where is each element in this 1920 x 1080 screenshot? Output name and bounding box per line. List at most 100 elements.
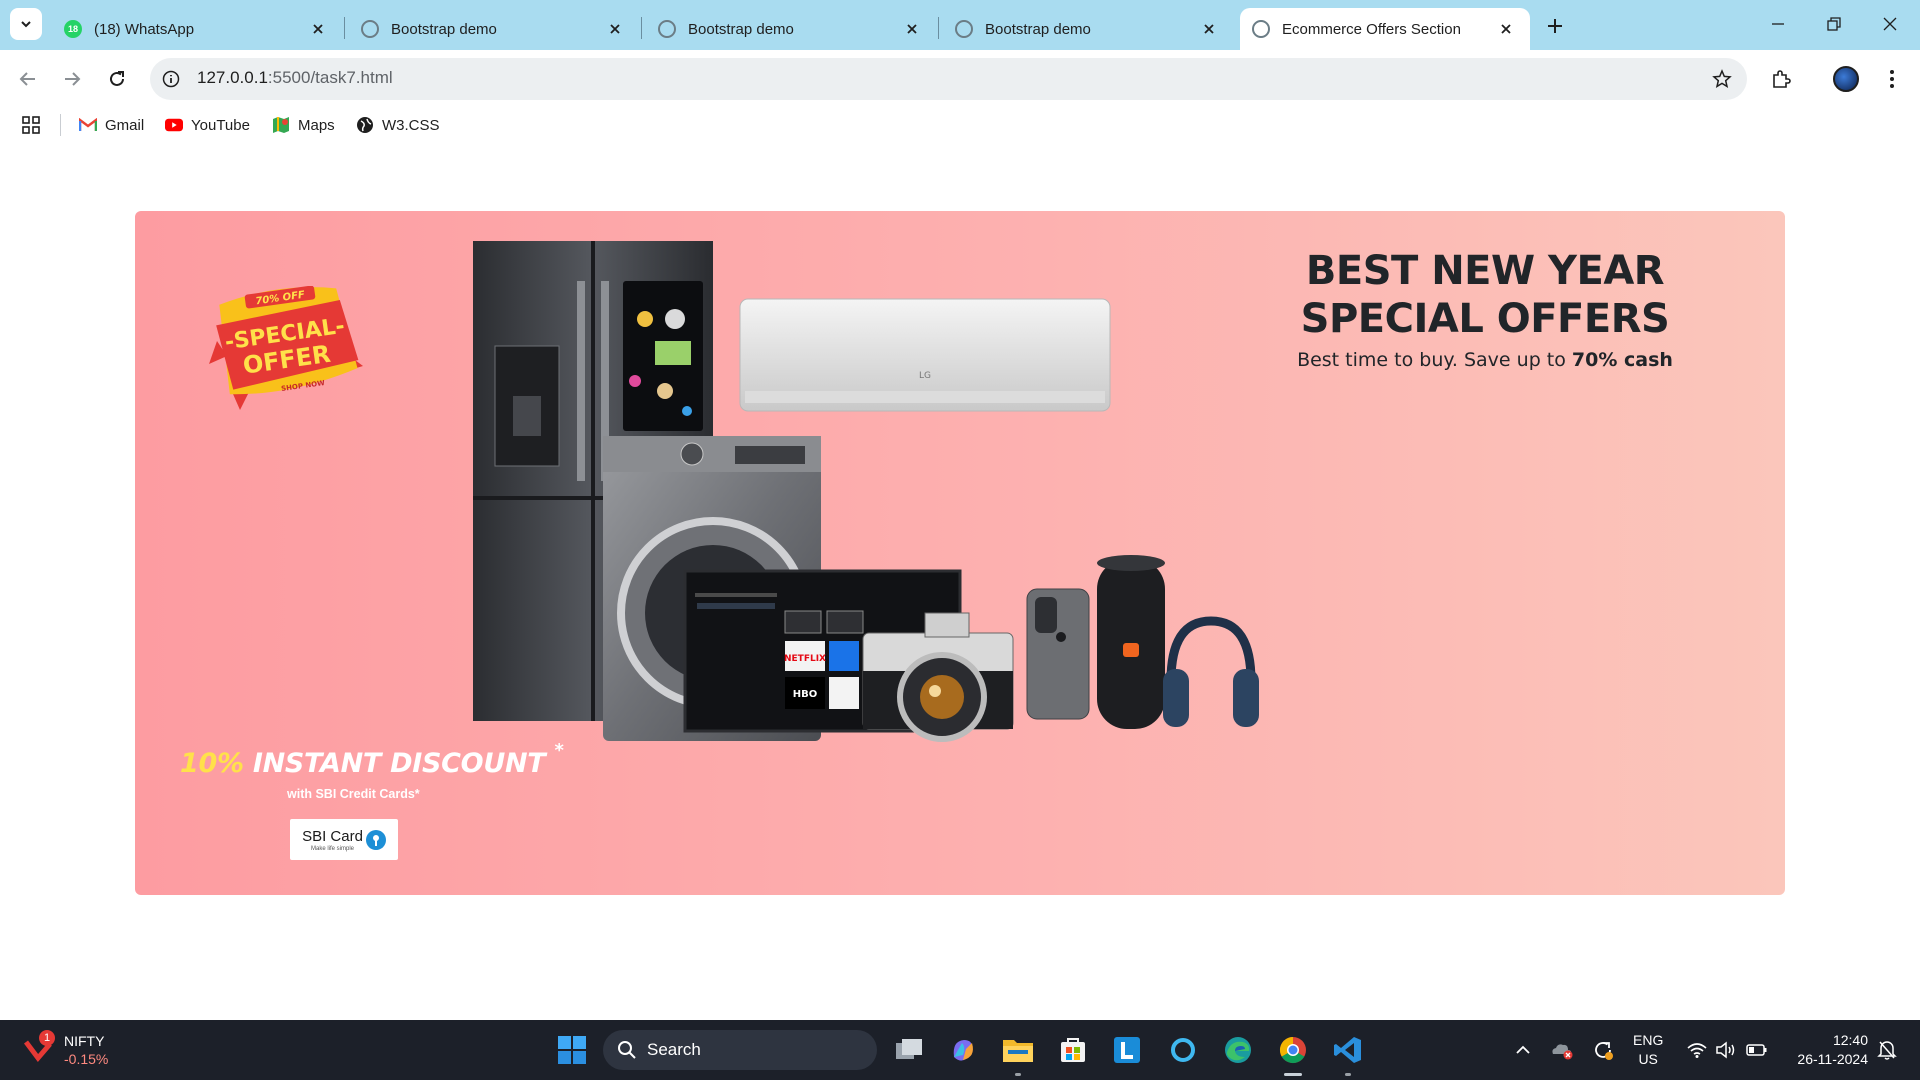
copilot-button[interactable] xyxy=(946,1033,980,1067)
cortana-icon xyxy=(1171,1038,1195,1062)
tab-separator xyxy=(344,17,345,39)
l-app-button[interactable] xyxy=(1110,1033,1144,1067)
sync-status[interactable] xyxy=(1590,1038,1616,1062)
chrome-icon xyxy=(1279,1036,1306,1064)
tab-bootstrap-demo-1[interactable]: Bootstrap demo xyxy=(349,8,639,50)
bookmark-star-icon[interactable] xyxy=(1711,68,1733,90)
search-icon xyxy=(618,1041,636,1059)
new-tab-button[interactable] xyxy=(1541,12,1569,40)
sbi-logo-text: SBI Card xyxy=(302,827,363,845)
bookmark-youtube[interactable]: YouTube xyxy=(165,114,250,136)
task-view-button[interactable] xyxy=(892,1033,926,1067)
language-code: ENG xyxy=(1633,1032,1664,1048)
apps-grid-icon xyxy=(22,116,40,134)
offers-subtitle: Best time to buy. Save up to 70% cash xyxy=(1225,349,1745,371)
menu-button[interactable] xyxy=(1876,63,1908,95)
discount-label: INSTANT DISCOUNT xyxy=(243,748,546,779)
edge-icon xyxy=(1225,1037,1251,1063)
taskbar-search[interactable]: Search xyxy=(603,1030,877,1070)
forward-button[interactable] xyxy=(56,63,88,95)
system-clock[interactable]: 12:40 26-11-2024 xyxy=(1780,1031,1868,1069)
apps-button[interactable] xyxy=(22,114,40,136)
cloud-error-icon xyxy=(1552,1044,1573,1060)
store-icon xyxy=(1061,1038,1085,1062)
bookmark-gmail[interactable]: Gmail xyxy=(79,114,144,136)
offers-heading: BEST NEW YEAR SPECIAL OFFERS xyxy=(1300,248,1670,342)
tab-whatsapp[interactable]: 18 (18) WhatsApp xyxy=(52,8,342,50)
close-tab-icon[interactable] xyxy=(308,19,328,39)
sbi-logo-tagline: Make life simple xyxy=(310,845,354,852)
minimize-button[interactable] xyxy=(1758,8,1798,40)
bookmark-maps[interactable]: Maps xyxy=(272,114,335,136)
chevron-down-icon xyxy=(21,21,31,28)
bookmark-label: W3.CSS xyxy=(382,116,440,134)
globe-icon xyxy=(955,20,973,38)
close-tab-icon[interactable] xyxy=(1199,19,1219,39)
restore-button[interactable] xyxy=(1814,8,1854,40)
whatsapp-icon: 18 xyxy=(64,20,82,38)
wifi-status[interactable] xyxy=(1684,1038,1710,1062)
tab-title: Bootstrap demo xyxy=(688,20,794,38)
close-icon xyxy=(1883,17,1897,31)
show-hidden-icons-button[interactable] xyxy=(1510,1038,1536,1062)
onedrive-status[interactable] xyxy=(1549,1038,1575,1062)
svg-text:HBO: HBO xyxy=(793,689,818,700)
tab-search-button[interactable] xyxy=(10,8,42,40)
air-conditioner: LG xyxy=(739,298,1111,412)
reload-icon xyxy=(110,71,124,86)
volume-status[interactable] xyxy=(1713,1038,1739,1062)
stock-ticker-widget[interactable]: 1 NIFTY -0.15% xyxy=(24,1030,134,1070)
puzzle-icon xyxy=(1773,70,1791,88)
more-vertical-icon xyxy=(1890,70,1894,88)
reload-button[interactable] xyxy=(101,63,133,95)
bluetooth-speaker xyxy=(1097,555,1165,729)
task-view-icon xyxy=(896,1039,922,1059)
url-text[interactable]: 127.0.0.1:5500/task7.html xyxy=(197,68,393,88)
tab-bootstrap-demo-2[interactable]: Bootstrap demo xyxy=(646,8,936,50)
notifications-button[interactable] xyxy=(1874,1038,1900,1062)
vscode-button[interactable] xyxy=(1331,1033,1365,1067)
wifi-icon xyxy=(1687,1043,1707,1058)
tab-title: Bootstrap demo xyxy=(985,20,1091,38)
bookmarks-bar: Gmail YouTube Maps W3.CSS xyxy=(0,108,1920,142)
back-button[interactable] xyxy=(12,63,44,95)
close-tab-icon[interactable] xyxy=(605,19,625,39)
close-tab-icon[interactable] xyxy=(1496,19,1516,39)
site-info-icon[interactable] xyxy=(160,68,182,90)
youtube-icon xyxy=(165,116,183,134)
close-tab-icon[interactable] xyxy=(902,19,922,39)
microsoft-store-button[interactable] xyxy=(1056,1033,1090,1067)
windows-logo-icon xyxy=(558,1036,586,1064)
smartphone xyxy=(1026,588,1090,720)
battery-icon xyxy=(1746,1044,1767,1056)
tab-ecommerce-offers[interactable]: Ecommerce Offers Section xyxy=(1240,8,1530,50)
address-bar[interactable]: 127.0.0.1:5500/task7.html xyxy=(150,58,1747,100)
bookmarks-divider xyxy=(60,114,61,136)
extensions-button[interactable] xyxy=(1765,63,1797,95)
clock-time: 12:40 xyxy=(1832,1032,1868,1048)
close-window-button[interactable] xyxy=(1870,8,1910,40)
l-app-icon xyxy=(1114,1037,1140,1063)
tab-bootstrap-demo-3[interactable]: Bootstrap demo xyxy=(943,8,1233,50)
globe-icon xyxy=(356,116,374,134)
bookmark-label: Gmail xyxy=(105,116,145,134)
instant-discount-text: 10% INSTANT DISCOUNT * xyxy=(180,740,564,779)
svg-text:NETFLIX: NETFLIX xyxy=(784,654,826,664)
edge-button[interactable] xyxy=(1221,1033,1255,1067)
battery-status[interactable] xyxy=(1744,1038,1770,1062)
url-path: :5500/task7.html xyxy=(267,68,393,87)
sync-icon xyxy=(1595,1042,1613,1060)
chrome-button[interactable] xyxy=(1276,1033,1310,1067)
bookmark-w3css[interactable]: W3.CSS xyxy=(356,114,440,136)
start-button[interactable] xyxy=(555,1033,589,1067)
tab-strip: 18 (18) WhatsApp Bootstrap demo Bootstra… xyxy=(0,0,1920,50)
profile-button[interactable] xyxy=(1830,63,1862,95)
active-indicator xyxy=(1284,1073,1302,1076)
notification-badge: 1 xyxy=(39,1030,55,1046)
arrow-right-icon xyxy=(65,72,81,86)
cortana-button[interactable] xyxy=(1166,1033,1200,1067)
language-indicator[interactable]: ENG US xyxy=(1633,1031,1663,1069)
globe-icon xyxy=(361,20,379,38)
gmail-icon xyxy=(79,116,97,134)
file-explorer-button[interactable] xyxy=(1001,1033,1035,1067)
